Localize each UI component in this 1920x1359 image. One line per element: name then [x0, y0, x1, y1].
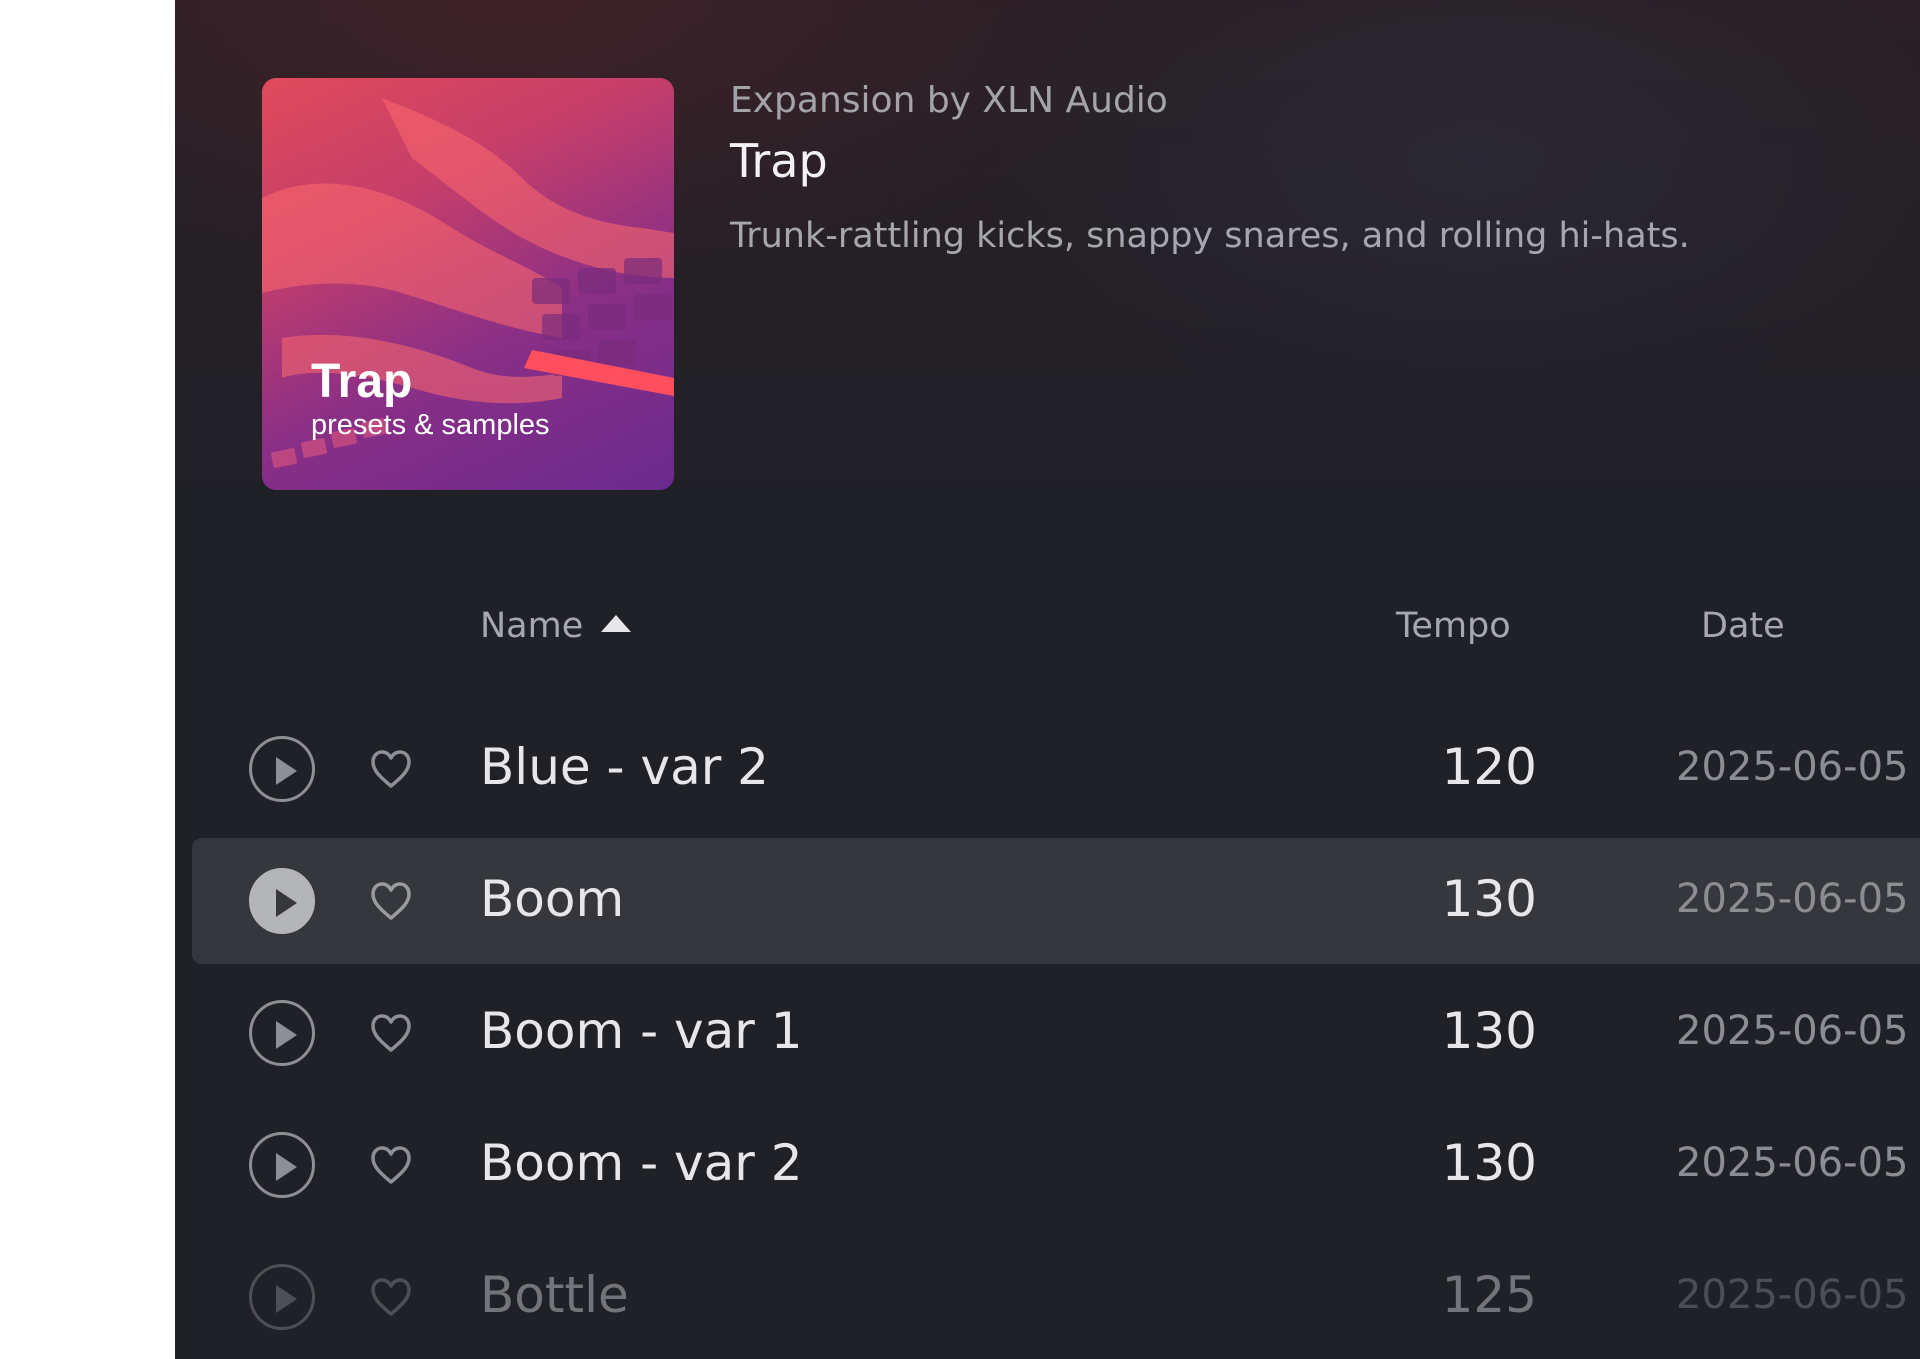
row-name: Boom - var 2 — [480, 1134, 803, 1192]
table-row[interactable]: Bottle 125 2025-06-05 — [192, 1234, 1920, 1359]
row-name: Boom — [480, 870, 625, 928]
expansion-title: Trap — [730, 134, 828, 188]
expansion-provider: Expansion by XLN Audio — [730, 80, 1168, 121]
row-tempo: 120 — [1441, 738, 1537, 796]
row-date: 2025-06-05 — [1676, 876, 1909, 922]
column-header-date[interactable]: Date — [1701, 606, 1785, 646]
column-header-tempo[interactable]: Tempo — [1396, 606, 1511, 646]
row-name: Blue - var 2 — [480, 738, 769, 796]
expansion-artwork[interactable]: Trap presets & samples — [262, 78, 674, 490]
artwork-title: Trap — [311, 355, 413, 408]
play-icon — [276, 1153, 297, 1181]
table-row[interactable]: Blue - var 2 120 2025-06-05 — [192, 706, 1920, 832]
table-row[interactable]: Boom - var 1 130 2025-06-05 — [192, 970, 1920, 1096]
play-icon — [276, 889, 297, 917]
expansion-description: Trunk-rattling kicks, snappy snares, and… — [730, 216, 1690, 256]
row-name: Bottle — [480, 1266, 629, 1324]
heart-icon[interactable] — [369, 1012, 413, 1054]
row-tempo: 130 — [1441, 870, 1537, 928]
heart-icon[interactable] — [369, 880, 413, 922]
sort-ascending-icon[interactable] — [601, 615, 631, 632]
heart-icon[interactable] — [369, 1144, 413, 1186]
row-date: 2025-06-05 — [1676, 1140, 1909, 1186]
row-tempo: 125 — [1441, 1266, 1537, 1324]
heart-icon[interactable] — [369, 748, 413, 790]
library-panel: Trap presets & samples Expansion by XLN … — [175, 0, 1920, 1359]
play-button[interactable] — [249, 868, 315, 934]
table-row[interactable]: Boom - var 2 130 2025-06-05 — [192, 1102, 1920, 1228]
table-row-selected[interactable]: Boom 130 2025-06-05 — [192, 838, 1920, 964]
row-date: 2025-06-05 — [1676, 1008, 1909, 1054]
row-date: 2025-06-05 — [1676, 1272, 1909, 1318]
artwork-subtitle: presets & samples — [311, 409, 550, 441]
play-icon — [276, 757, 297, 785]
play-icon — [276, 1021, 297, 1049]
column-header-name[interactable]: Name — [480, 606, 583, 646]
play-button[interactable] — [249, 1132, 315, 1198]
row-date: 2025-06-05 — [1676, 744, 1909, 790]
play-icon — [276, 1285, 297, 1313]
play-button[interactable] — [249, 736, 315, 802]
row-tempo: 130 — [1441, 1134, 1537, 1192]
play-button[interactable] — [249, 1000, 315, 1066]
play-button[interactable] — [249, 1264, 315, 1330]
row-name: Boom - var 1 — [480, 1002, 803, 1060]
row-tempo: 130 — [1441, 1002, 1537, 1060]
heart-icon[interactable] — [369, 1276, 413, 1318]
